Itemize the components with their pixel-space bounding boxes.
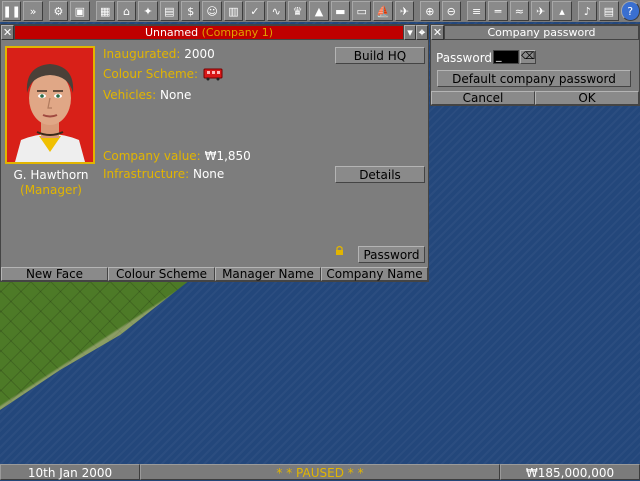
new-face-button[interactable]: New Face [1,267,108,281]
password-input-value: _ [496,49,502,62]
clear-icon: ⌫ [521,51,536,62]
company-value-value: ₩1,850 [204,149,251,163]
vehicles-label: Vehicles: [103,88,157,102]
lock-icon [336,245,343,255]
manager-face-icon [7,48,93,162]
landscaping-icon[interactable]: ▴ [552,1,572,21]
graphs-icon[interactable]: ∿ [266,1,286,21]
company-title-number: (Company 1) [201,26,274,39]
manager-name-button[interactable]: Manager Name [215,267,321,281]
password-window-title[interactable]: Company password [444,25,639,40]
finances-icon[interactable]: $ [181,1,201,21]
infrastructure-line: Infrastructure: None [103,167,224,181]
zoom-in-icon[interactable]: ⊕ [420,1,440,21]
ok-button[interactable]: OK [535,91,639,105]
company-window-title[interactable]: Unnamed (Company 1) [14,25,404,40]
password-button[interactable]: Password [358,246,425,263]
save-icon[interactable]: ▣ [70,1,90,21]
train-list-icon[interactable]: ▬ [330,1,350,21]
air-construction-icon[interactable]: ✈ [531,1,551,21]
industries-icon[interactable]: ▲ [309,1,329,21]
ship-list-icon[interactable]: ⛵ [373,1,393,21]
company-value-line: Company value: ₩1,850 [103,149,251,163]
status-date: 10th Jan 2000 [0,464,140,480]
password-label: Password [436,51,493,65]
company-name-button[interactable]: Company Name [321,267,428,281]
bus-colour-icon [203,68,223,81]
story-book-icon[interactable]: ▥ [223,1,244,21]
zoom-out-icon[interactable]: ⊖ [441,1,461,21]
cancel-button[interactable]: Cancel [431,91,535,105]
inaugurated-label: Inaugurated: [103,47,181,61]
vehicles-line: Vehicles: None [103,88,191,102]
minimap-icon[interactable]: ▦ [95,1,115,21]
manager-name: G. Hawthorn [13,168,89,182]
station-list-icon[interactable]: ▤ [159,1,179,21]
league-table-icon[interactable]: ♛ [287,1,308,21]
newspaper-icon[interactable]: ▤ [599,1,619,21]
details-button[interactable]: Details [335,166,425,183]
close-icon[interactable]: ✕ [431,25,444,40]
goal-list-icon[interactable]: ✓ [245,1,265,21]
colour-scheme-label: Colour Scheme: [103,67,199,81]
company-password-window: ✕ Company password Password _ ⌫ Default … [430,24,640,106]
music-icon[interactable]: ♪ [577,1,598,21]
password-input[interactable]: _ [493,49,519,64]
inaugurated-value: 2000 [184,47,215,61]
manager-face-portrait [5,46,95,164]
status-bar: 10th Jan 2000 * * PAUSED * * ₩185,000,00… [0,464,640,480]
company-icon[interactable]: ☺ [202,1,222,21]
aircraft-list-icon[interactable]: ✈ [394,1,415,21]
colour-scheme-line: Colour Scheme: [103,67,224,81]
default-password-button[interactable]: Default company password [437,70,631,87]
status-money: ₩185,000,000 [500,464,640,480]
water-construction-icon[interactable]: ≈ [509,1,529,21]
clear-password-button[interactable]: ⌫ [520,50,536,64]
subsidies-icon[interactable]: ✦ [138,1,158,21]
company-button-row: New Face Colour Scheme Manager Name Comp… [1,267,428,281]
town-directory-icon[interactable]: ⌂ [116,1,137,21]
company-title-name: Unnamed [144,26,199,39]
rail-construction-icon[interactable]: ≡ [466,1,487,21]
infrastructure-label: Infrastructure: [103,167,190,181]
close-icon[interactable]: ✕ [1,25,14,40]
password-window-titlebar[interactable]: ✕ Company password [431,25,639,40]
status-news-ticker[interactable]: * * PAUSED * * [140,464,500,480]
infrastructure-value: None [192,167,225,181]
collapse-icon[interactable]: ▾ [404,25,416,40]
manager-role: (Manager) [20,183,82,197]
pause-icon[interactable]: ❚❚ [2,1,22,21]
colour-scheme-button[interactable]: Colour Scheme [108,267,215,281]
company-window-titlebar[interactable]: ✕ Unnamed (Company 1) ▾ ⌖ [1,25,428,40]
fast-forward-icon[interactable]: » [23,1,43,21]
main-toolbar: ❚❚» ⚙ ▣ ▦ ⌂ ✦ ▤ $ ☺ ▥ ✓ ∿ ♛ ▲ ▬ ▭ ⛵ ✈ ⊕ ⊖ ≡ ═ ≈ ✈ ▴ ♪ ▤? [0,0,640,22]
help-icon[interactable]: ? [620,1,640,21]
road-vehicle-list-icon[interactable]: ▭ [352,1,372,21]
pin-icon[interactable]: ⌖ [416,25,428,40]
road-construction-icon[interactable]: ═ [488,1,508,21]
settings-icon[interactable]: ⚙ [48,1,69,21]
password-button-row: Cancel OK [431,91,639,105]
build-hq-button[interactable]: Build HQ [335,47,425,64]
inaugurated-line: Inaugurated: 2000 [103,47,215,61]
company-window: ✕ Unnamed (Company 1) ▾ ⌖ G. Hawthorn (M… [0,24,429,282]
company-value-label: Company value: [103,149,201,163]
vehicles-value: None [160,88,192,102]
